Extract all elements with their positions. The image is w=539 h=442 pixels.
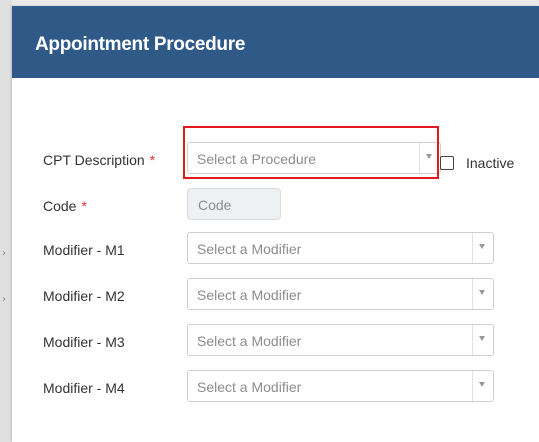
- modifier-m1-label: Modifier - M1: [43, 242, 125, 258]
- required-mark: *: [81, 198, 87, 214]
- modifier-m2-row: Modifier - M2 Select a Modifier: [12, 278, 539, 314]
- code-label: Code *: [43, 198, 87, 214]
- chevron-down-icon: [479, 244, 485, 249]
- modifier-m1-row: Modifier - M1 Select a Modifier: [12, 232, 539, 268]
- chevron-down-icon: [479, 382, 485, 387]
- modifier-m1-placeholder: Select a Modifier: [197, 241, 302, 257]
- modifier-m1-toggle[interactable]: [472, 233, 493, 263]
- cpt-description-label-text: CPT Description: [43, 152, 145, 168]
- dialog-title: Appointment Procedure: [35, 34, 246, 55]
- modifier-m4-label: Modifier - M4: [43, 380, 125, 396]
- background-edge-mark: ›: [2, 294, 6, 305]
- code-input[interactable]: Code: [187, 188, 281, 220]
- code-input-placeholder: Code: [198, 197, 232, 213]
- chevron-down-icon: [479, 336, 485, 341]
- modifier-m2-select[interactable]: Select a Modifier: [187, 278, 494, 310]
- appointment-procedure-dialog: Appointment Procedure CPT Description * S…: [12, 6, 539, 442]
- modifier-m2-toggle[interactable]: [472, 279, 493, 309]
- modifier-m4-toggle[interactable]: [472, 371, 493, 401]
- modifier-m2-label: Modifier - M2: [43, 288, 125, 304]
- code-row: Code * Code: [12, 188, 539, 224]
- modifier-m3-placeholder: Select a Modifier: [197, 333, 302, 349]
- code-label-text: Code: [43, 198, 77, 214]
- modifier-m3-label: Modifier - M3: [43, 334, 125, 350]
- modifier-m3-select[interactable]: Select a Modifier: [187, 324, 494, 356]
- highlight-box: [183, 126, 439, 179]
- modifier-m3-toggle[interactable]: [472, 325, 493, 355]
- modifier-m1-select[interactable]: Select a Modifier: [187, 232, 494, 264]
- modifier-m4-row: Modifier - M4 Select a Modifier: [12, 370, 539, 406]
- inactive-label[interactable]: Inactive: [466, 155, 514, 171]
- dialog-header: Appointment Procedure: [12, 6, 539, 78]
- required-mark: *: [149, 152, 156, 168]
- background-left-edge: › ›: [0, 0, 12, 442]
- modifier-m4-placeholder: Select a Modifier: [197, 379, 302, 395]
- background-edge-mark: ›: [2, 248, 6, 259]
- cpt-description-label: CPT Description *: [43, 152, 155, 168]
- modifier-m2-placeholder: Select a Modifier: [197, 287, 302, 303]
- chevron-down-icon: [479, 290, 485, 295]
- modifier-m3-row: Modifier - M3 Select a Modifier: [12, 324, 539, 360]
- inactive-checkbox[interactable]: [440, 156, 454, 170]
- modifier-m4-select[interactable]: Select a Modifier: [187, 370, 494, 402]
